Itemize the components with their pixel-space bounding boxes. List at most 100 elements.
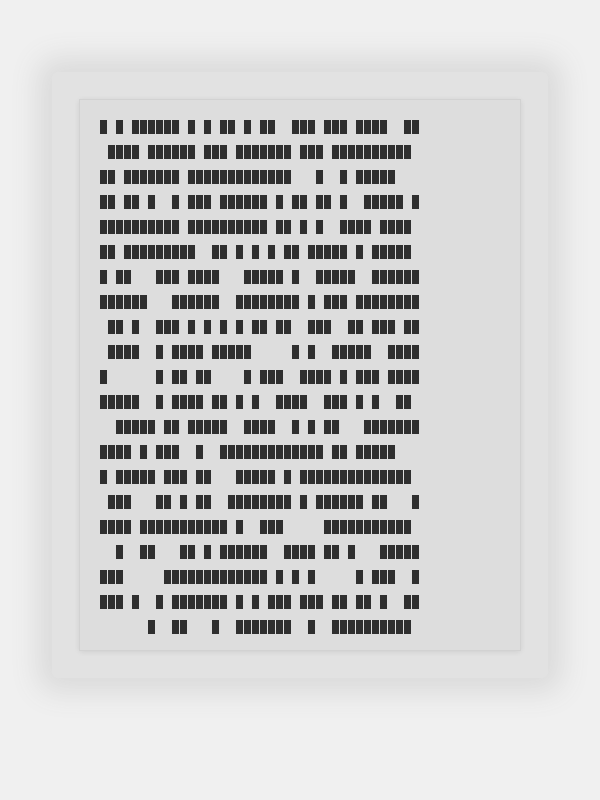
redacted-word	[140, 445, 147, 459]
redacted-word	[340, 195, 347, 209]
redacted-word	[300, 370, 331, 384]
redacted-line	[100, 595, 500, 620]
redacted-word	[292, 570, 299, 584]
redacted-word	[276, 320, 291, 334]
redacted-word	[356, 170, 395, 184]
redacted-word	[236, 295, 299, 309]
redacted-word	[156, 395, 163, 409]
redacted-word	[292, 120, 315, 134]
redacted-word	[116, 270, 131, 284]
redacted-word	[340, 170, 347, 184]
redacted-word	[300, 595, 323, 609]
redacted-word	[316, 220, 323, 234]
redacted-word	[372, 245, 411, 259]
redacted-line	[100, 420, 500, 445]
redacted-word	[308, 420, 315, 434]
redacted-word	[268, 595, 291, 609]
redacted-word	[284, 545, 315, 559]
redacted-word	[164, 470, 187, 484]
redacted-word	[252, 320, 267, 334]
redacted-word	[204, 545, 211, 559]
redacted-word	[156, 370, 163, 384]
redacted-word	[300, 470, 411, 484]
redacted-word	[252, 595, 259, 609]
redacted-word	[412, 195, 419, 209]
redacted-word	[100, 470, 107, 484]
redacted-word	[276, 395, 307, 409]
redacted-line	[100, 570, 500, 595]
redacted-word	[244, 370, 251, 384]
redacted-word	[204, 145, 227, 159]
redacted-word	[388, 345, 419, 359]
redacted-word	[332, 445, 347, 459]
redacted-word	[228, 495, 291, 509]
redacted-line	[100, 195, 500, 220]
redacted-word	[356, 445, 395, 459]
redacted-line	[100, 545, 500, 570]
redacted-word	[364, 195, 403, 209]
redacted-word	[108, 145, 139, 159]
redacted-word	[292, 345, 299, 359]
redacted-word	[316, 270, 355, 284]
redacted-word	[188, 120, 195, 134]
redacted-word	[348, 545, 355, 559]
document-page	[80, 100, 520, 650]
redacted-word	[156, 595, 163, 609]
redacted-word	[364, 420, 419, 434]
redacted-word	[196, 495, 211, 509]
redacted-word	[220, 545, 267, 559]
redacted-word	[284, 470, 291, 484]
redacted-line	[100, 245, 500, 270]
redacted-word	[100, 595, 123, 609]
redacted-word	[100, 370, 107, 384]
redacted-word	[124, 170, 179, 184]
redacted-word	[236, 320, 243, 334]
redacted-line	[100, 445, 500, 470]
redacted-line	[100, 370, 500, 395]
redacted-word	[356, 370, 379, 384]
redacted-word	[156, 320, 179, 334]
redacted-word	[172, 595, 227, 609]
redacted-word	[292, 270, 299, 284]
redacted-word	[188, 170, 291, 184]
redacted-word	[404, 320, 419, 334]
redacted-word	[372, 320, 395, 334]
redacted-word	[372, 270, 419, 284]
redacted-word	[100, 570, 123, 584]
redacted-word	[412, 495, 419, 509]
redacted-word	[204, 120, 211, 134]
viewer-stage	[0, 0, 600, 800]
redacted-word	[252, 395, 259, 409]
redacted-word	[356, 295, 419, 309]
redacted-word	[276, 220, 291, 234]
redacted-word	[220, 195, 267, 209]
redacted-word	[332, 145, 411, 159]
redacted-word	[124, 195, 139, 209]
redacted-word	[212, 245, 227, 259]
redacted-word	[252, 245, 259, 259]
redacted-word	[108, 320, 123, 334]
redacted-word	[172, 620, 187, 634]
redacted-word	[188, 320, 195, 334]
redacted-word	[172, 295, 219, 309]
redacted-word	[220, 120, 235, 134]
redacted-line	[100, 270, 500, 295]
redacted-word	[132, 320, 139, 334]
redacted-word	[236, 520, 243, 534]
redacted-word	[100, 220, 179, 234]
redacted-line	[100, 145, 500, 170]
redacted-word	[100, 195, 115, 209]
redacted-word	[188, 220, 267, 234]
redacted-word	[100, 395, 139, 409]
redacted-word	[236, 620, 291, 634]
redacted-word	[260, 520, 283, 534]
redacted-word	[212, 395, 227, 409]
redacted-word	[380, 220, 411, 234]
redacted-word	[172, 370, 187, 384]
redacted-word	[148, 195, 155, 209]
redacted-word	[148, 145, 195, 159]
redacted-word	[236, 145, 291, 159]
redacted-word	[324, 295, 347, 309]
redacted-word	[212, 620, 219, 634]
redacted-line	[100, 520, 500, 545]
